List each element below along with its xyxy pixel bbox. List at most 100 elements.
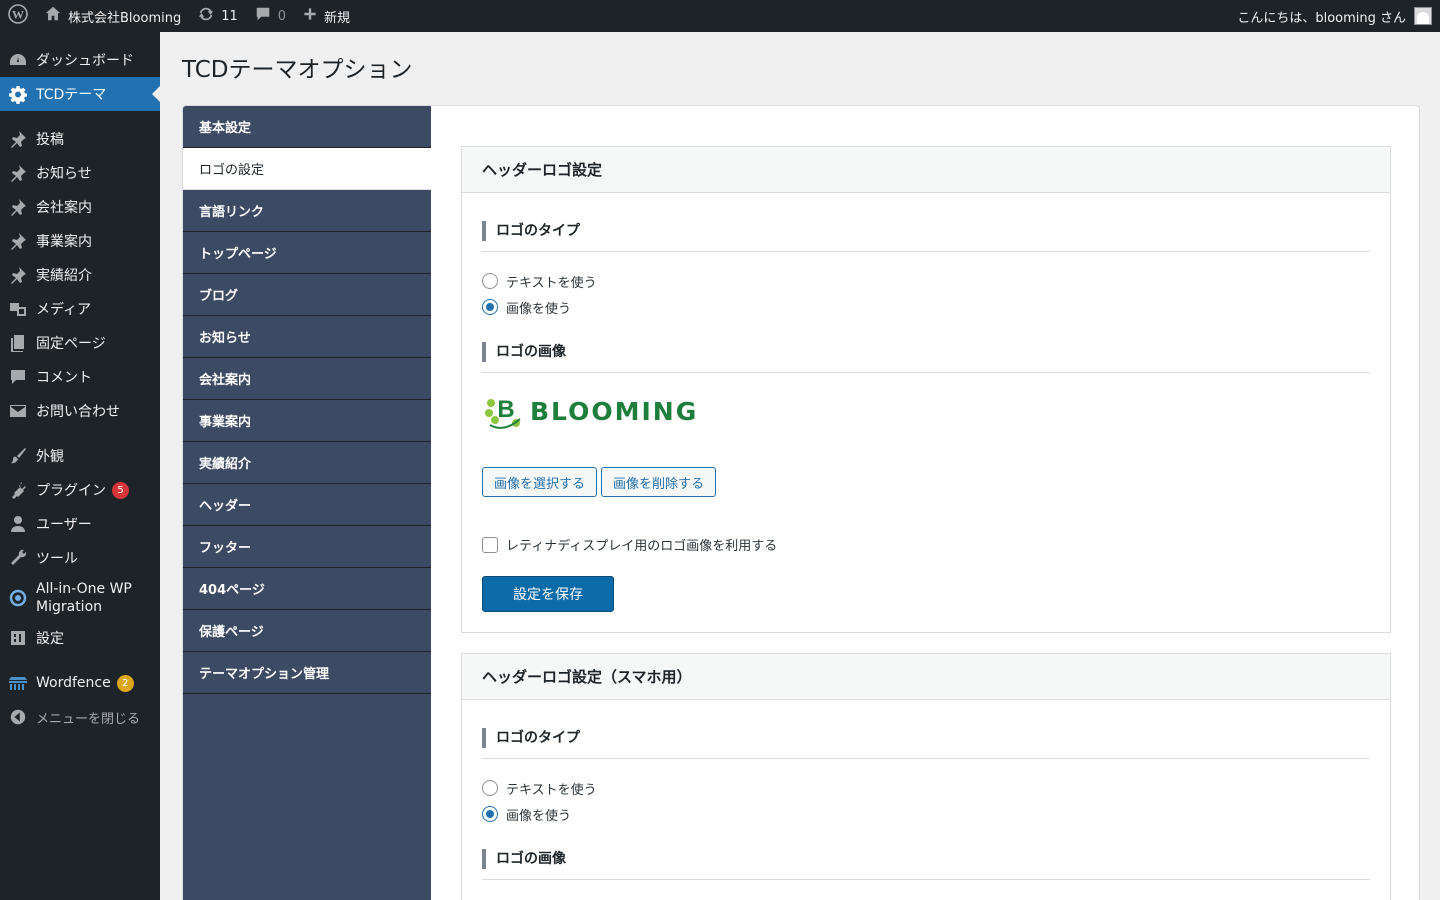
pin-icon: [8, 163, 28, 183]
tab-header[interactable]: ヘッダー: [183, 484, 431, 526]
radio-use-text[interactable]: テキストを使う: [482, 268, 1370, 294]
menu-settings[interactable]: 設定: [0, 621, 160, 655]
theme-options-panel: 基本設定 ロゴの設定 言語リンク トップページ ブログ お知らせ 会社案内 事業…: [182, 105, 1420, 900]
menu-label: お問い合わせ: [36, 404, 120, 420]
menu-label: プラグイン: [36, 483, 106, 499]
tab-basic[interactable]: 基本設定: [183, 106, 431, 148]
wordpress-logo-button[interactable]: W: [0, 0, 36, 32]
select-image-button[interactable]: 画像を選択する: [482, 467, 598, 497]
menu-label: ユーザー: [36, 517, 92, 533]
menu-label: 事業案内: [36, 234, 92, 250]
menu-label: お知らせ: [36, 166, 92, 182]
logo-type-heading: ロゴのタイプ: [482, 728, 1370, 748]
menu-label: 実績紹介: [36, 268, 92, 284]
menu-dashboard[interactable]: ダッシュボード: [0, 43, 160, 77]
menu-comments[interactable]: コメント: [0, 360, 160, 394]
updates-link[interactable]: 11: [189, 0, 246, 32]
menu-appearance[interactable]: 外観: [0, 439, 160, 473]
gear-icon: [8, 84, 28, 104]
collapse-menu-button[interactable]: メニューを閉じる: [0, 700, 160, 734]
pin-icon: [8, 231, 28, 251]
menu-works[interactable]: 実績紹介: [0, 258, 160, 292]
menu-plugins[interactable]: プラグイン 5: [0, 473, 160, 507]
radio-label: テキストを使う: [506, 275, 597, 291]
tab-news[interactable]: お知らせ: [183, 316, 431, 358]
options-content: ヘッダーロゴ設定 ロゴのタイプ テキストを使う 画像を使う ロゴの画像 B BL…: [461, 146, 1391, 900]
refresh-icon: [197, 5, 215, 27]
menu-business[interactable]: 事業案内: [0, 224, 160, 258]
media-icon: [8, 299, 28, 319]
pin-icon: [8, 265, 28, 285]
menu-media[interactable]: メディア: [0, 292, 160, 326]
menu-contact[interactable]: お問い合わせ: [0, 394, 160, 428]
new-label: 新規: [324, 10, 351, 26]
wordpress-icon: W: [8, 4, 28, 28]
greeting[interactable]: こんにちは、blooming さん: [1237, 7, 1406, 26]
menu-company[interactable]: 会社案内: [0, 190, 160, 224]
tab-language-link[interactable]: 言語リンク: [183, 190, 431, 232]
options-tab-list: 基本設定 ロゴの設定 言語リンク トップページ ブログ お知らせ 会社案内 事業…: [183, 106, 431, 900]
radio-button-checked[interactable]: [482, 806, 498, 822]
tab-works[interactable]: 実績紹介: [183, 442, 431, 484]
tab-blog[interactable]: ブログ: [183, 274, 431, 316]
wrench-icon: [8, 548, 28, 568]
menu-label: 固定ページ: [36, 336, 106, 352]
menu-label: 設定: [36, 631, 64, 647]
menu-pages[interactable]: 固定ページ: [0, 326, 160, 360]
tab-options-management[interactable]: テーマオプション管理: [183, 652, 431, 694]
radio-use-image[interactable]: 画像を使う: [482, 801, 1370, 827]
new-content-link[interactable]: 新規: [294, 0, 358, 32]
divider: [482, 758, 1370, 759]
section-title: ヘッダーロゴ設定（スマホ用）: [462, 654, 1390, 700]
home-icon: [44, 5, 62, 27]
comments-count: 0: [277, 8, 287, 24]
site-name-link[interactable]: 株式会社Blooming: [36, 0, 189, 32]
menu-all-in-one-migration[interactable]: All-in-One WP Migration: [0, 575, 160, 621]
delete-image-button[interactable]: 画像を削除する: [601, 467, 717, 497]
menu-label: Wordfence: [36, 675, 111, 691]
plugin-icon: [8, 480, 28, 500]
menu-label: ツール: [36, 551, 78, 567]
radio-use-image[interactable]: 画像を使う: [482, 294, 1370, 320]
radio-button[interactable]: [482, 273, 498, 289]
dashboard-icon: [8, 50, 28, 70]
retina-checkbox[interactable]: [482, 536, 498, 553]
tab-company[interactable]: 会社案内: [183, 358, 431, 400]
menu-label: メディア: [36, 302, 92, 318]
radio-button-checked[interactable]: [482, 299, 498, 315]
tab-footer[interactable]: フッター: [183, 526, 431, 568]
divider: [482, 372, 1370, 373]
tab-top-page[interactable]: トップページ: [183, 232, 431, 274]
tab-business[interactable]: 事業案内: [183, 400, 431, 442]
radio-button[interactable]: [482, 780, 498, 796]
tab-protected-page[interactable]: 保護ページ: [183, 610, 431, 652]
main-content: TCDテーマオプション 基本設定 ロゴの設定 言語リンク トップページ ブログ …: [160, 32, 1440, 900]
retina-option[interactable]: レティナディスプレイ用のロゴ画像を利用する: [482, 535, 1370, 554]
divider: [482, 879, 1370, 880]
comments-link[interactable]: 0: [246, 0, 294, 32]
menu-posts[interactable]: 投稿: [0, 122, 160, 156]
plus-icon: [302, 6, 318, 26]
tab-logo[interactable]: ロゴの設定: [183, 148, 431, 190]
menu-news[interactable]: お知らせ: [0, 156, 160, 190]
avatar[interactable]: [1414, 7, 1432, 25]
wordfence-badge: 2: [116, 674, 134, 692]
logo-type-heading: ロゴのタイプ: [482, 221, 1370, 241]
radio-use-text[interactable]: テキストを使う: [482, 775, 1370, 801]
header-logo-section: ヘッダーロゴ設定 ロゴのタイプ テキストを使う 画像を使う ロゴの画像 B BL…: [461, 146, 1391, 633]
radio-label: 画像を使う: [506, 808, 572, 824]
pin-icon: [8, 129, 28, 149]
page-icon: [8, 333, 28, 353]
tab-404[interactable]: 404ページ: [183, 568, 431, 610]
menu-wordfence[interactable]: Wordfence 2: [0, 666, 160, 700]
save-settings-button[interactable]: 設定を保存: [482, 576, 614, 612]
menu-tcd-theme[interactable]: TCDテーマ: [0, 77, 160, 111]
menu-label: 会社案内: [36, 200, 92, 216]
menu-tools[interactable]: ツール: [0, 541, 160, 575]
site-name: 株式会社Blooming: [68, 10, 182, 26]
logo-letter: B: [497, 396, 514, 423]
admin-sidebar: ダッシュボード TCDテーマ 投稿 お知らせ 会社案内 事業案内 実績紹介 メデ…: [0, 32, 160, 900]
radio-label: テキストを使う: [506, 782, 597, 798]
menu-users[interactable]: ユーザー: [0, 507, 160, 541]
section-title: ヘッダーロゴ設定: [462, 147, 1390, 193]
